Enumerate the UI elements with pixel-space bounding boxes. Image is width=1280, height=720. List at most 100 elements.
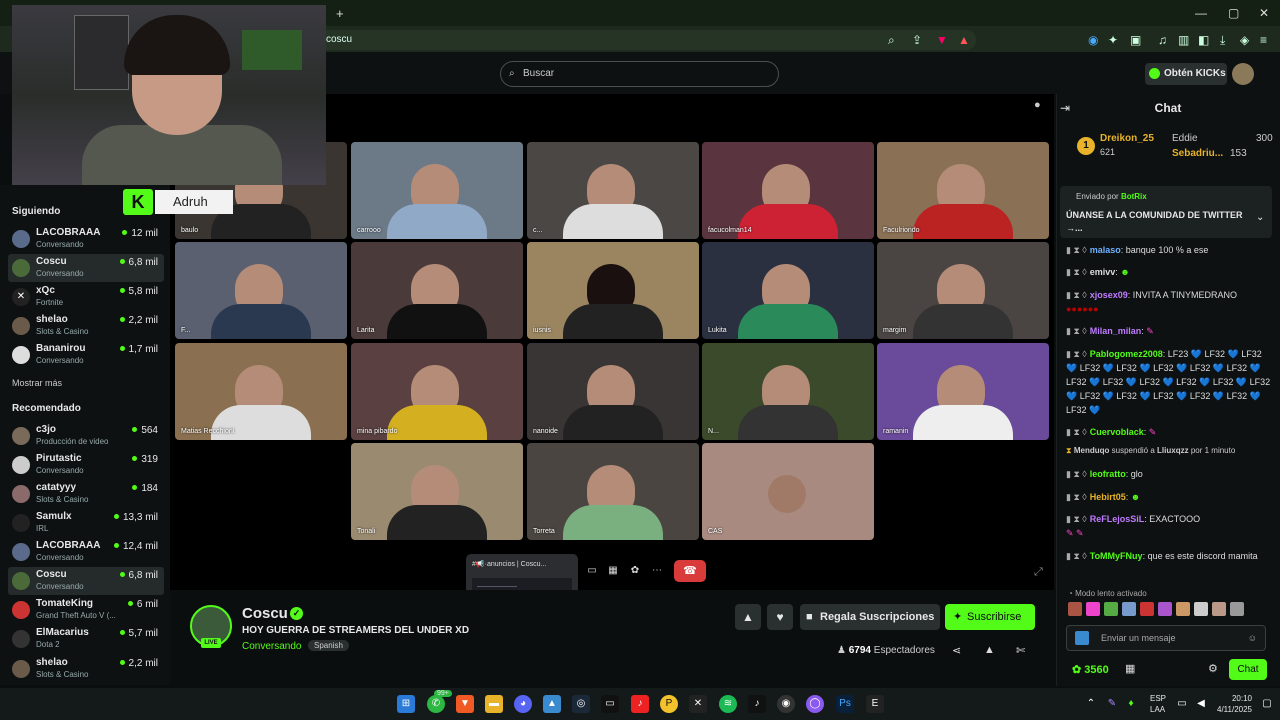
subscribe-button[interactable]: ✦ Suscribirse [945, 604, 1035, 630]
report-icon[interactable]: ▲ [984, 644, 995, 656]
following-item[interactable]: LACOBRAAA Conversando 12 mil [8, 225, 164, 253]
maximize-button[interactable]: ▢ [1228, 6, 1239, 20]
grid-icon[interactable]: ▦ [604, 562, 622, 580]
show-more-link[interactable]: Mostrar más [12, 378, 62, 388]
following-item[interactable]: shelao Slots & Casino 2,2 mil [8, 312, 164, 340]
photos-icon[interactable]: ▲ [543, 695, 561, 713]
stream-category[interactable]: Conversando [242, 641, 301, 652]
emote-icon[interactable] [1140, 602, 1154, 616]
puzzle-icon[interactable]: ✦ [1108, 33, 1118, 47]
whatsapp-icon[interactable]: ✆ [427, 695, 445, 713]
notifications-bell-button[interactable]: ▲ [735, 604, 761, 630]
user-avatar[interactable] [1232, 63, 1254, 85]
obs-icon[interactable]: ◉ [777, 695, 795, 713]
chat-username[interactable]: Cuervoblack [1090, 427, 1144, 437]
tray-chevron-icon[interactable]: ⌃ [1082, 695, 1100, 713]
following-item[interactable]: Coscu Conversando 6,8 mil [8, 254, 164, 282]
emote-icon[interactable] [1194, 602, 1208, 616]
chat-username[interactable]: emivv [1090, 267, 1116, 277]
wallet-icon[interactable]: ◧ [1198, 33, 1209, 47]
tray-mic-icon[interactable]: ♦ [1122, 695, 1140, 713]
streamer-name[interactable]: Coscu [242, 605, 288, 622]
language-tag[interactable]: Spanish [308, 640, 349, 651]
language-indicator[interactable]: ESP LAA [1150, 693, 1166, 715]
gift-subs-button[interactable]: ■ Regala Suscripciones [800, 604, 940, 630]
activity-icon[interactable]: ✿ [626, 562, 644, 580]
recommended-item[interactable]: Coscu Conversando 6,8 mil [8, 567, 164, 595]
start-icon[interactable]: ⊞ [397, 695, 415, 713]
channel-points[interactable]: ✿ 3560 [1072, 663, 1109, 676]
minimize-button[interactable]: — [1195, 6, 1207, 20]
chat-username[interactable]: Pablogomez2008 [1090, 349, 1163, 359]
app-icon[interactable]: P [660, 695, 678, 713]
brave-icon[interactable]: ▼ [456, 695, 474, 713]
emote-icon[interactable] [1068, 602, 1082, 616]
store-icon[interactable]: ▦ [1125, 662, 1135, 675]
leader-name[interactable]: Dreikon_25 [1100, 133, 1154, 144]
following-item[interactable]: ✕ xQc Fortnite 5,8 mil [8, 283, 164, 311]
send-chat-button[interactable]: Chat [1229, 659, 1267, 680]
end-call-button[interactable]: ☎ [674, 560, 706, 582]
terminal-icon[interactable]: ▭ [601, 695, 619, 713]
recommended-item[interactable]: ElMacarius Dota 2 5,7 mil [8, 625, 164, 653]
emote-icon[interactable] [1212, 602, 1226, 616]
chat-username[interactable]: Hebirt05 [1090, 492, 1126, 502]
emote-icon[interactable] [1104, 602, 1118, 616]
recommended-item[interactable]: c3jo Producción de video 564 [8, 422, 164, 450]
music-icon[interactable]: ♫ [1158, 33, 1167, 47]
clip-icon[interactable]: ✄ [1016, 644, 1025, 657]
leader-name[interactable]: Eddie [1172, 133, 1198, 144]
emote-bar[interactable] [1068, 602, 1268, 618]
share-icon[interactable]: ⋖ [952, 644, 961, 657]
address-bar[interactable]: coscu [300, 30, 976, 50]
recommended-item[interactable]: TomateKing Grand Theft Auto V (... 6 mil [8, 596, 164, 624]
recommended-item[interactable]: catatyyy Slots & Casino 184 [8, 480, 164, 508]
folder-icon[interactable]: ▬ [485, 695, 503, 713]
vpn-icon[interactable]: ◈ [1240, 33, 1249, 47]
emote-icon[interactable] [1158, 602, 1172, 616]
emote-icon[interactable] [1122, 602, 1136, 616]
network-icon[interactable]: ▭ [1173, 695, 1191, 713]
recommended-item[interactable]: Pirutastic Conversando 319 [8, 451, 164, 479]
leader-name[interactable]: Sebadriu... [1172, 148, 1223, 159]
following-item[interactable]: Bananirou Conversando 1,7 mil [8, 341, 164, 369]
emote-icon[interactable] [1176, 602, 1190, 616]
settings-gear-icon[interactable]: ⚙ [1208, 662, 1218, 675]
menu-icon[interactable]: ≡ [1260, 33, 1267, 47]
chat-username[interactable]: malaso [1090, 245, 1121, 255]
tiktok-live-icon[interactable]: ♪ [631, 695, 649, 713]
screenshot-icon[interactable]: ▣ [1130, 33, 1141, 47]
photoshop-icon[interactable]: Ps [836, 695, 854, 713]
close-button[interactable]: ✕ [1259, 6, 1269, 20]
new-tab-button[interactable]: + [336, 6, 344, 21]
emote-icon[interactable] [1230, 602, 1244, 616]
chat-username[interactable]: xjosex09 [1090, 290, 1128, 300]
share-icon[interactable]: ⇪ [912, 33, 922, 47]
chat-input[interactable]: Enviar un mensaje ☺ [1066, 625, 1266, 651]
emoji-icon[interactable]: ☺ [1248, 626, 1257, 650]
tiktok-icon[interactable]: ♪ [748, 695, 766, 713]
notifications-icon[interactable]: ▢ [1258, 695, 1276, 713]
zoom-icon[interactable]: ⌕ [888, 33, 895, 48]
steam-icon[interactable]: ◎ [572, 695, 590, 713]
epic-icon[interactable]: E [866, 695, 884, 713]
download-icon[interactable]: ⤓ [1220, 33, 1225, 48]
follow-heart-button[interactable]: ♥ [767, 604, 793, 630]
app2-icon[interactable]: ◯ [806, 695, 824, 713]
capcut-icon[interactable]: ✕ [689, 695, 707, 713]
discord-icon[interactable]: ◕ [514, 695, 532, 713]
recommended-item[interactable]: Samulx IRL 13,3 mil [8, 509, 164, 537]
fullscreen-icon[interactable]: ⤢ [1034, 566, 1043, 579]
pinned-user[interactable]: BotRix [1121, 192, 1147, 201]
spotify-icon[interactable]: ≋ [719, 695, 737, 713]
chat-username[interactable]: ReFLejosSiL [1090, 514, 1145, 524]
rewards-icon[interactable]: ▲ [958, 33, 970, 47]
extension-icon[interactable]: ◉ [1088, 33, 1098, 47]
more-icon[interactable]: ⋯ [648, 562, 666, 580]
recommended-item[interactable]: LACOBRAAA Conversando 12,4 mil [8, 538, 164, 566]
chat-username[interactable]: leofratto [1090, 469, 1126, 479]
sidebar-toggle-icon[interactable]: ▥ [1178, 33, 1189, 47]
chevron-down-icon[interactable]: ⌄ [1256, 212, 1264, 223]
volume-icon[interactable]: ◀ [1192, 695, 1210, 713]
chat-bubble-icon[interactable]: ● [1034, 99, 1041, 111]
